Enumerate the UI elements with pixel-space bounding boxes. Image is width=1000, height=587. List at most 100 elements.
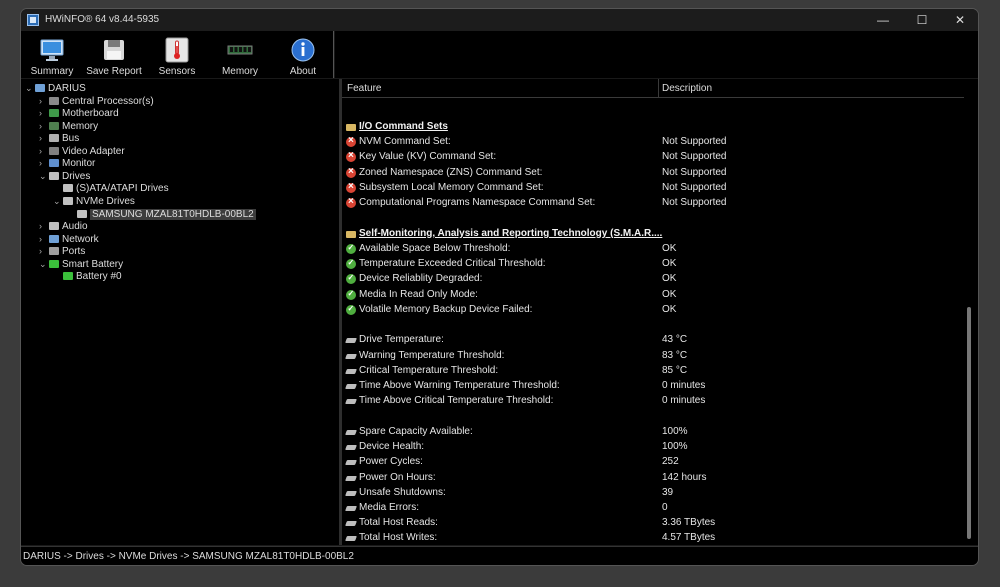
column-feature[interactable]: Feature (347, 83, 381, 94)
column-description[interactable]: Description (662, 83, 712, 94)
chevron-right-icon[interactable]: › (39, 108, 49, 118)
table-row[interactable]: NVM Command Set: Not Supported (346, 135, 956, 149)
feature-name: Media In Read Only Mode: (359, 288, 478, 300)
feature-name: Device Reliablity Degraded: (359, 273, 483, 285)
feature-value: 142 hours (662, 471, 707, 483)
memory-button[interactable]: Memory (210, 37, 270, 77)
memory-module-icon (227, 45, 253, 55)
tree-item[interactable]: ⌄ DARIUS (25, 83, 86, 95)
feature-value: Not Supported (662, 151, 727, 163)
chevron-right-icon[interactable]: › (39, 234, 49, 244)
maximize-button[interactable]: ☐ (903, 9, 941, 31)
table-row[interactable]: Device Reliablity Degraded: OK (346, 272, 956, 286)
section-header[interactable]: I/O Command Sets (346, 120, 956, 134)
feature-name: Warning Temperature Threshold: (359, 349, 505, 361)
x-icon (346, 150, 356, 163)
feature-value: Not Supported (662, 181, 727, 193)
chevron-right-icon[interactable]: › (39, 133, 49, 143)
tree-item[interactable]: › Network (39, 234, 99, 246)
feature-value: 83 °C (662, 349, 688, 361)
tree-item[interactable]: ⌄ Smart Battery (39, 259, 123, 271)
tree-item-label: Drives (62, 170, 91, 182)
table-row[interactable]: Subsystem Local Memory Command Set: Not S… (346, 181, 956, 195)
chevron-down-icon[interactable]: ⌄ (53, 196, 63, 207)
tree-item-label: Memory (62, 120, 99, 132)
feature-name: Computational Programs Namespace Command… (359, 197, 596, 209)
tree-item[interactable]: › Ports (39, 246, 85, 258)
chevron-right-icon[interactable]: › (39, 121, 49, 131)
table-row[interactable]: Available Space Below Threshold: OK (346, 242, 956, 256)
table-row[interactable]: Time Above Warning Temperature Threshold… (345, 379, 956, 393)
memory-icon (49, 121, 59, 130)
tree-item-label: Video Adapter (62, 145, 125, 157)
tree-item-label: SAMSUNG MZAL81T0HDLB-00BL2 (90, 208, 256, 220)
about-button[interactable]: About (273, 37, 333, 77)
table-row[interactable]: Media In Read Only Mode: OK (346, 288, 956, 302)
summary-button[interactable]: Summary (22, 37, 82, 77)
tree-item[interactable]: ⌄ NVMe Drives (53, 196, 135, 208)
tree-item[interactable]: › Motherboard (39, 108, 119, 120)
table-row[interactable]: Media Errors: 0 (345, 501, 956, 515)
feature-name: Subsystem Local Memory Command Set: (359, 181, 544, 193)
table-row[interactable]: Power Cycles: 252 (345, 455, 956, 469)
table-row[interactable]: Time Above Critical Temperature Threshol… (345, 394, 956, 408)
chevron-right-icon[interactable]: › (39, 221, 49, 231)
vertical-scrollbar[interactable] (966, 97, 972, 545)
title-bar: HWiNFO® 64 v8.44-5935 — ☐ ✕ (21, 9, 978, 31)
feature-name: Time Above Warning Temperature Threshold… (359, 380, 560, 392)
chevron-right-icon[interactable]: › (39, 158, 49, 168)
tree-item[interactable]: › Memory (39, 121, 98, 133)
table-row[interactable]: Total Host Reads: 3.36 TBytes (345, 516, 956, 530)
scrollbar-thumb[interactable] (967, 307, 971, 539)
feature-name: Power On Hours: (359, 471, 436, 483)
table-row[interactable]: Warning Temperature Threshold: 83 °C (345, 349, 956, 363)
drive-icon (345, 384, 357, 390)
window-title: HWiNFO® 64 v8.44-5935 (45, 14, 160, 25)
chevron-down-icon[interactable]: ⌄ (39, 259, 49, 270)
feature-name: Drive Temperature: (359, 334, 444, 346)
table-row[interactable]: Unsafe Shutdowns: 39 (345, 486, 956, 500)
save-report-button[interactable]: Save Report (84, 37, 144, 77)
chevron-down-icon[interactable]: ⌄ (25, 83, 35, 94)
tree-item[interactable]: SAMSUNG MZAL81T0HDLB-00BL2 (67, 208, 256, 221)
table-row[interactable]: Drive Temperature: 43 °C (345, 333, 956, 347)
feature-value: Not Supported (662, 197, 727, 209)
sensors-button[interactable]: Sensors (147, 37, 207, 77)
tree-item[interactable]: › Bus (39, 133, 79, 145)
drive-icon (345, 490, 357, 496)
close-button[interactable]: ✕ (941, 9, 978, 31)
chevron-right-icon[interactable]: › (39, 246, 49, 256)
table-row[interactable]: Zoned Namespace (ZNS) Command Set: Not Su… (346, 166, 956, 180)
section-header[interactable]: Self-Monitoring, Analysis and Reporting … (346, 227, 956, 241)
table-row[interactable]: Power On Hours: 142 hours (345, 471, 956, 485)
table-row[interactable]: Temperature Exceeded Critical Threshold:… (346, 257, 956, 271)
tree-item[interactable]: Battery #0 (53, 271, 122, 283)
chevron-right-icon[interactable]: › (39, 146, 49, 156)
tree-item[interactable]: ⌄ Drives (39, 171, 90, 183)
feature-name: Key Value (KV) Command Set: (359, 151, 497, 163)
table-row[interactable]: Total Host Writes: 4.57 TBytes (345, 531, 956, 545)
table-row[interactable]: Device Health: 100% (345, 440, 956, 454)
feature-value: 85 °C (662, 364, 688, 376)
chevron-down-icon[interactable]: ⌄ (39, 171, 49, 182)
tree-item[interactable]: › Video Adapter (39, 146, 125, 158)
tree-item[interactable]: › Monitor (39, 158, 95, 170)
table-row[interactable]: Key Value (KV) Command Set: Not Supported (346, 150, 956, 164)
column-divider[interactable] (658, 79, 659, 97)
feature-name: Temperature Exceeded Critical Threshold: (359, 258, 546, 270)
tree-item[interactable]: (S)ATA/ATAPI Drives (53, 183, 169, 195)
table-row[interactable]: Critical Temperature Threshold: 85 °C (345, 364, 956, 378)
table-row[interactable]: Spare Capacity Available: 100% (345, 425, 956, 439)
chevron-right-icon[interactable]: › (39, 96, 49, 106)
bus-icon (49, 134, 59, 143)
speaker-icon (49, 222, 59, 231)
drive-icon (345, 521, 357, 527)
table-row[interactable]: Volatile Memory Backup Device Failed: OK (346, 303, 956, 317)
table-row[interactable]: Computational Programs Namespace Command… (346, 196, 956, 210)
tree-item[interactable]: › Audio (39, 221, 88, 233)
feature-name: Available Space Below Threshold: (359, 242, 511, 254)
tree-item[interactable]: › Central Processor(s) (39, 96, 154, 108)
feature-name: NVM Command Set: (359, 136, 451, 148)
device-tree[interactable]: ⌄ DARIUS › Central Processor(s) › Motherboard… (21, 79, 339, 545)
minimize-button[interactable]: — (864, 9, 902, 31)
